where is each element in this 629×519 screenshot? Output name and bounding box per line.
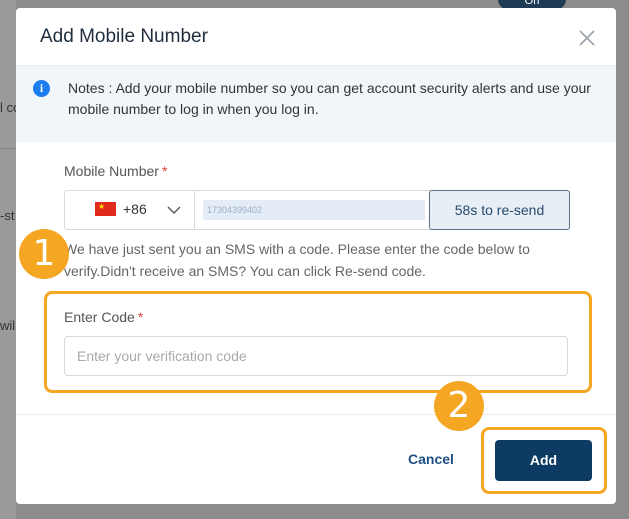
add-mobile-dialog: Add Mobile Number i Notes : Add your mob… <box>16 8 616 504</box>
country-code-select[interactable]: ★ +86 <box>65 191 195 229</box>
mobile-number-input[interactable] <box>203 200 425 220</box>
mobile-number-label-text: Mobile Number <box>64 163 159 179</box>
country-code-value: +86 <box>123 201 147 217</box>
footer-divider <box>16 414 616 415</box>
close-icon[interactable] <box>576 27 598 49</box>
enter-code-label-text: Enter Code <box>64 309 135 325</box>
notice-text: Notes : Add your mobile number so you ca… <box>68 80 591 117</box>
chevron-down-icon <box>167 206 181 214</box>
mobile-number-field: ★ +86 58s to re-send <box>64 190 570 230</box>
mobile-number-label: Mobile Number * <box>64 163 167 179</box>
background-divider <box>0 148 16 149</box>
background-text: l co <box>0 100 16 115</box>
required-mark: * <box>137 309 144 325</box>
step1-badge: 1 <box>19 229 69 279</box>
background-text: will <box>0 318 16 333</box>
info-icon: i <box>33 80 50 97</box>
dialog-title: Add Mobile Number <box>40 26 208 47</box>
background-text: -st <box>0 208 15 223</box>
step2-badge: 2 <box>434 381 484 431</box>
add-button[interactable]: Add <box>495 440 592 481</box>
background-page <box>0 0 16 519</box>
china-flag-icon: ★ <box>95 202 116 216</box>
required-mark: * <box>161 163 168 179</box>
verification-code-input[interactable] <box>64 336 568 376</box>
sms-sent-note: We have just sent you an SMS with a code… <box>64 241 530 279</box>
cancel-button[interactable]: Cancel <box>401 451 461 467</box>
resend-code-button[interactable]: 58s to re-send <box>429 190 570 230</box>
enter-code-label: Enter Code * <box>64 309 143 325</box>
